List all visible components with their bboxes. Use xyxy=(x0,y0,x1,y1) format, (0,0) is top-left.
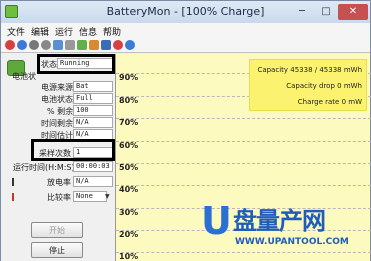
tick-label-40: 40% xyxy=(119,185,139,194)
maximize-button[interactable]: □ xyxy=(315,4,337,20)
tick-label-90: 90% xyxy=(119,73,139,82)
capacity-text: Capacity 45338 / 45338 mWh xyxy=(257,66,362,74)
stop-icon[interactable] xyxy=(5,40,15,50)
watermark-url: WWW.UPANTOOL.COM xyxy=(235,237,349,247)
status-panel: 状态 Running 电池状 电源来源 Bat 电池状态 Full % 剩余 1… xyxy=(1,54,115,261)
battery-status-label: 电池状态 xyxy=(41,95,73,104)
charge-rate-text: Charge rate 0 mW xyxy=(297,98,362,106)
tick-label-20: 20% xyxy=(119,230,139,239)
watermark: U 盘量产网 WWW.UPANTOOL.COM xyxy=(201,193,371,261)
grid-line xyxy=(116,118,371,119)
info-icon[interactable] xyxy=(17,40,27,50)
chevron-down-icon: ▼ xyxy=(105,193,110,200)
save-icon[interactable] xyxy=(53,40,63,50)
settings-icon[interactable] xyxy=(29,40,39,50)
watermark-text: 盘量产网 xyxy=(233,207,326,235)
menu-help[interactable]: 帮助 xyxy=(103,25,121,38)
menu-file[interactable]: 文件 xyxy=(7,25,25,38)
toolbar xyxy=(1,38,370,53)
title-bar: BatteryMon - [100% Charge] ─ □ ✕ xyxy=(1,1,370,23)
time-remaining-label: 时间剩余 xyxy=(41,119,73,128)
tick-label-30: 30% xyxy=(119,208,139,217)
samples-highlight-box xyxy=(31,139,115,161)
start-button[interactable]: 开始 xyxy=(31,222,83,238)
clock-icon[interactable] xyxy=(41,40,51,50)
power-source-label: 电源来源 xyxy=(41,83,73,92)
menu-run[interactable]: 运行 xyxy=(55,25,73,38)
runtime-value: 00:00:03 xyxy=(73,161,113,172)
close-icon[interactable] xyxy=(113,40,123,50)
percent-remaining-label: % 剩余 xyxy=(47,107,74,116)
grid-line xyxy=(116,141,371,142)
grid-line xyxy=(116,163,371,164)
discharge-rate-label: 放电率 xyxy=(47,178,71,187)
battery-status-value: Full xyxy=(73,93,113,104)
stop-button[interactable]: 停止 xyxy=(31,242,83,258)
tick-label-10: 10% xyxy=(119,252,139,261)
help-icon[interactable] xyxy=(125,40,135,50)
watermark-logo-icon: U xyxy=(201,199,232,243)
runtime-label: 运行时间(H:M:S) xyxy=(13,163,75,172)
grid-line xyxy=(116,185,371,186)
tick-label-70: 70% xyxy=(119,118,139,127)
power-source-value: Bat xyxy=(73,81,113,92)
capacity-drop-text: Capacity drop 0 mWh xyxy=(286,82,362,90)
minimize-button[interactable]: ─ xyxy=(291,4,313,20)
time-remaining-value: N/A xyxy=(73,117,113,128)
chart-icon[interactable] xyxy=(89,40,99,50)
compare-rate-select[interactable]: None xyxy=(73,191,107,202)
percent-remaining-value: 100 xyxy=(73,105,113,116)
discharge-rate-value: N/A xyxy=(73,176,113,187)
discharge-marker xyxy=(12,178,14,186)
tick-label-50: 50% xyxy=(119,163,139,172)
capacity-info-box: Capacity 45338 / 45338 mWh Capacity drop… xyxy=(249,59,367,111)
close-button[interactable]: ✕ xyxy=(338,4,368,20)
compare-rate-label: 比较率 xyxy=(47,193,71,202)
graph-icon[interactable] xyxy=(101,40,111,50)
tick-label-60: 60% xyxy=(119,141,139,150)
battery-section-label: 电池状 xyxy=(12,72,36,81)
tick-label-80: 80% xyxy=(119,96,139,105)
report-icon[interactable] xyxy=(65,40,75,50)
menu-info[interactable]: 信息 xyxy=(79,25,97,38)
battery-icon[interactable] xyxy=(77,40,87,50)
menu-edit[interactable]: 编辑 xyxy=(31,25,49,38)
compare-marker xyxy=(12,193,14,201)
status-highlight-box xyxy=(37,54,115,74)
batterymon-window: BatteryMon - [100% Charge] ─ □ ✕ 文件 编辑 运… xyxy=(0,0,371,261)
menu-bar: 文件 编辑 运行 信息 帮助 xyxy=(1,23,370,38)
